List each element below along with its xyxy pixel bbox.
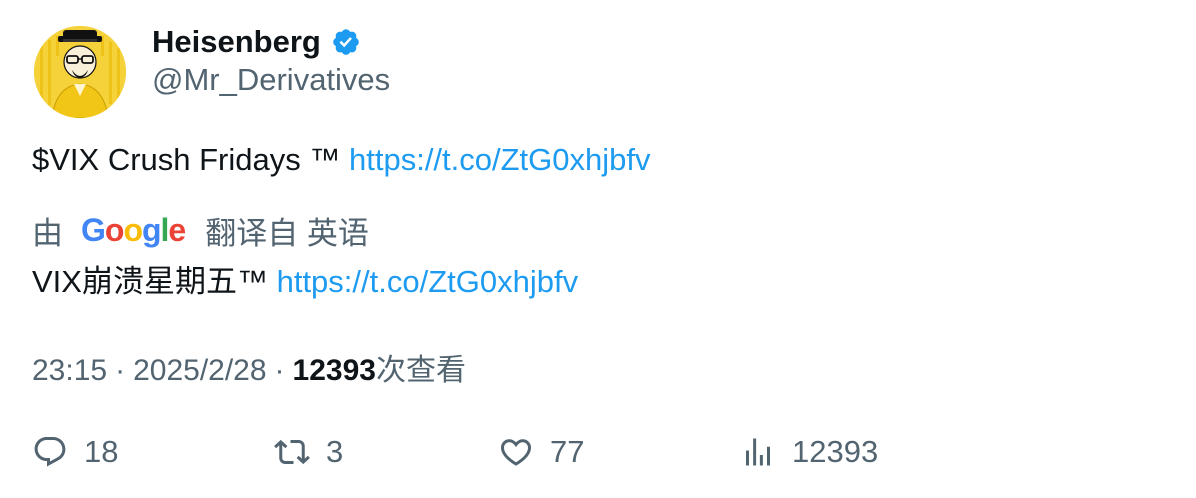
display-name-text: Heisenberg bbox=[152, 24, 321, 59]
views-count: 12393 bbox=[292, 354, 376, 387]
translated-from-label[interactable]: 翻译自 英语 bbox=[205, 208, 369, 253]
like-count: 77 bbox=[550, 434, 585, 469]
author-name[interactable]: Heisenberg bbox=[152, 22, 361, 62]
views-label: 次查看 bbox=[375, 354, 466, 387]
translated-body: VIX崩溃星期五™ bbox=[32, 264, 268, 299]
translated-by-label: 由 bbox=[32, 216, 63, 251]
avatar[interactable] bbox=[34, 26, 126, 118]
bar-chart-icon bbox=[746, 438, 770, 466]
tweet-body: $VIX Crush Fridays ™ bbox=[32, 142, 341, 177]
heart-icon bbox=[500, 439, 532, 466]
heisenberg-avatar-icon bbox=[34, 26, 126, 118]
reply-icon bbox=[34, 437, 66, 467]
tweet-meta: 23:15 · 2025/2/28 · 12393次查看 bbox=[32, 345, 466, 389]
tweet-time[interactable]: 23:15 bbox=[32, 354, 107, 387]
translated-link[interactable]: https://t.co/ZtG0xhjbfv bbox=[277, 264, 579, 299]
translated-text: VIX崩溃星期五™ https://t.co/ZtG0xhjbfv bbox=[32, 256, 578, 301]
meta-separator: · bbox=[115, 354, 126, 387]
retweet-icon bbox=[274, 439, 310, 465]
views-button[interactable]: 12393 bbox=[740, 430, 878, 474]
verified-badge-icon bbox=[331, 27, 361, 57]
retweet-button[interactable]: 3 bbox=[274, 430, 343, 474]
tweet-date[interactable]: 2025/2/28 bbox=[133, 354, 266, 387]
translation-attribution: 由 Google 翻译自 英语 bbox=[32, 208, 369, 253]
like-button[interactable]: 77 bbox=[498, 430, 584, 474]
action-bar: 18 3 77 12393 bbox=[0, 430, 1196, 474]
tweet-text: $VIX Crush Fridays ™ https://t.co/ZtG0xh… bbox=[32, 142, 651, 178]
google-logo-icon: Google bbox=[81, 212, 186, 248]
views-action-count: 12393 bbox=[792, 434, 879, 469]
author-handle[interactable]: @Mr_Derivatives bbox=[152, 62, 390, 98]
meta-separator: · bbox=[274, 354, 285, 387]
tweet-link[interactable]: https://t.co/ZtG0xhjbfv bbox=[349, 142, 651, 177]
reply-count: 18 bbox=[84, 434, 119, 469]
reply-button[interactable]: 18 bbox=[32, 430, 118, 474]
retweet-count: 3 bbox=[326, 434, 344, 469]
